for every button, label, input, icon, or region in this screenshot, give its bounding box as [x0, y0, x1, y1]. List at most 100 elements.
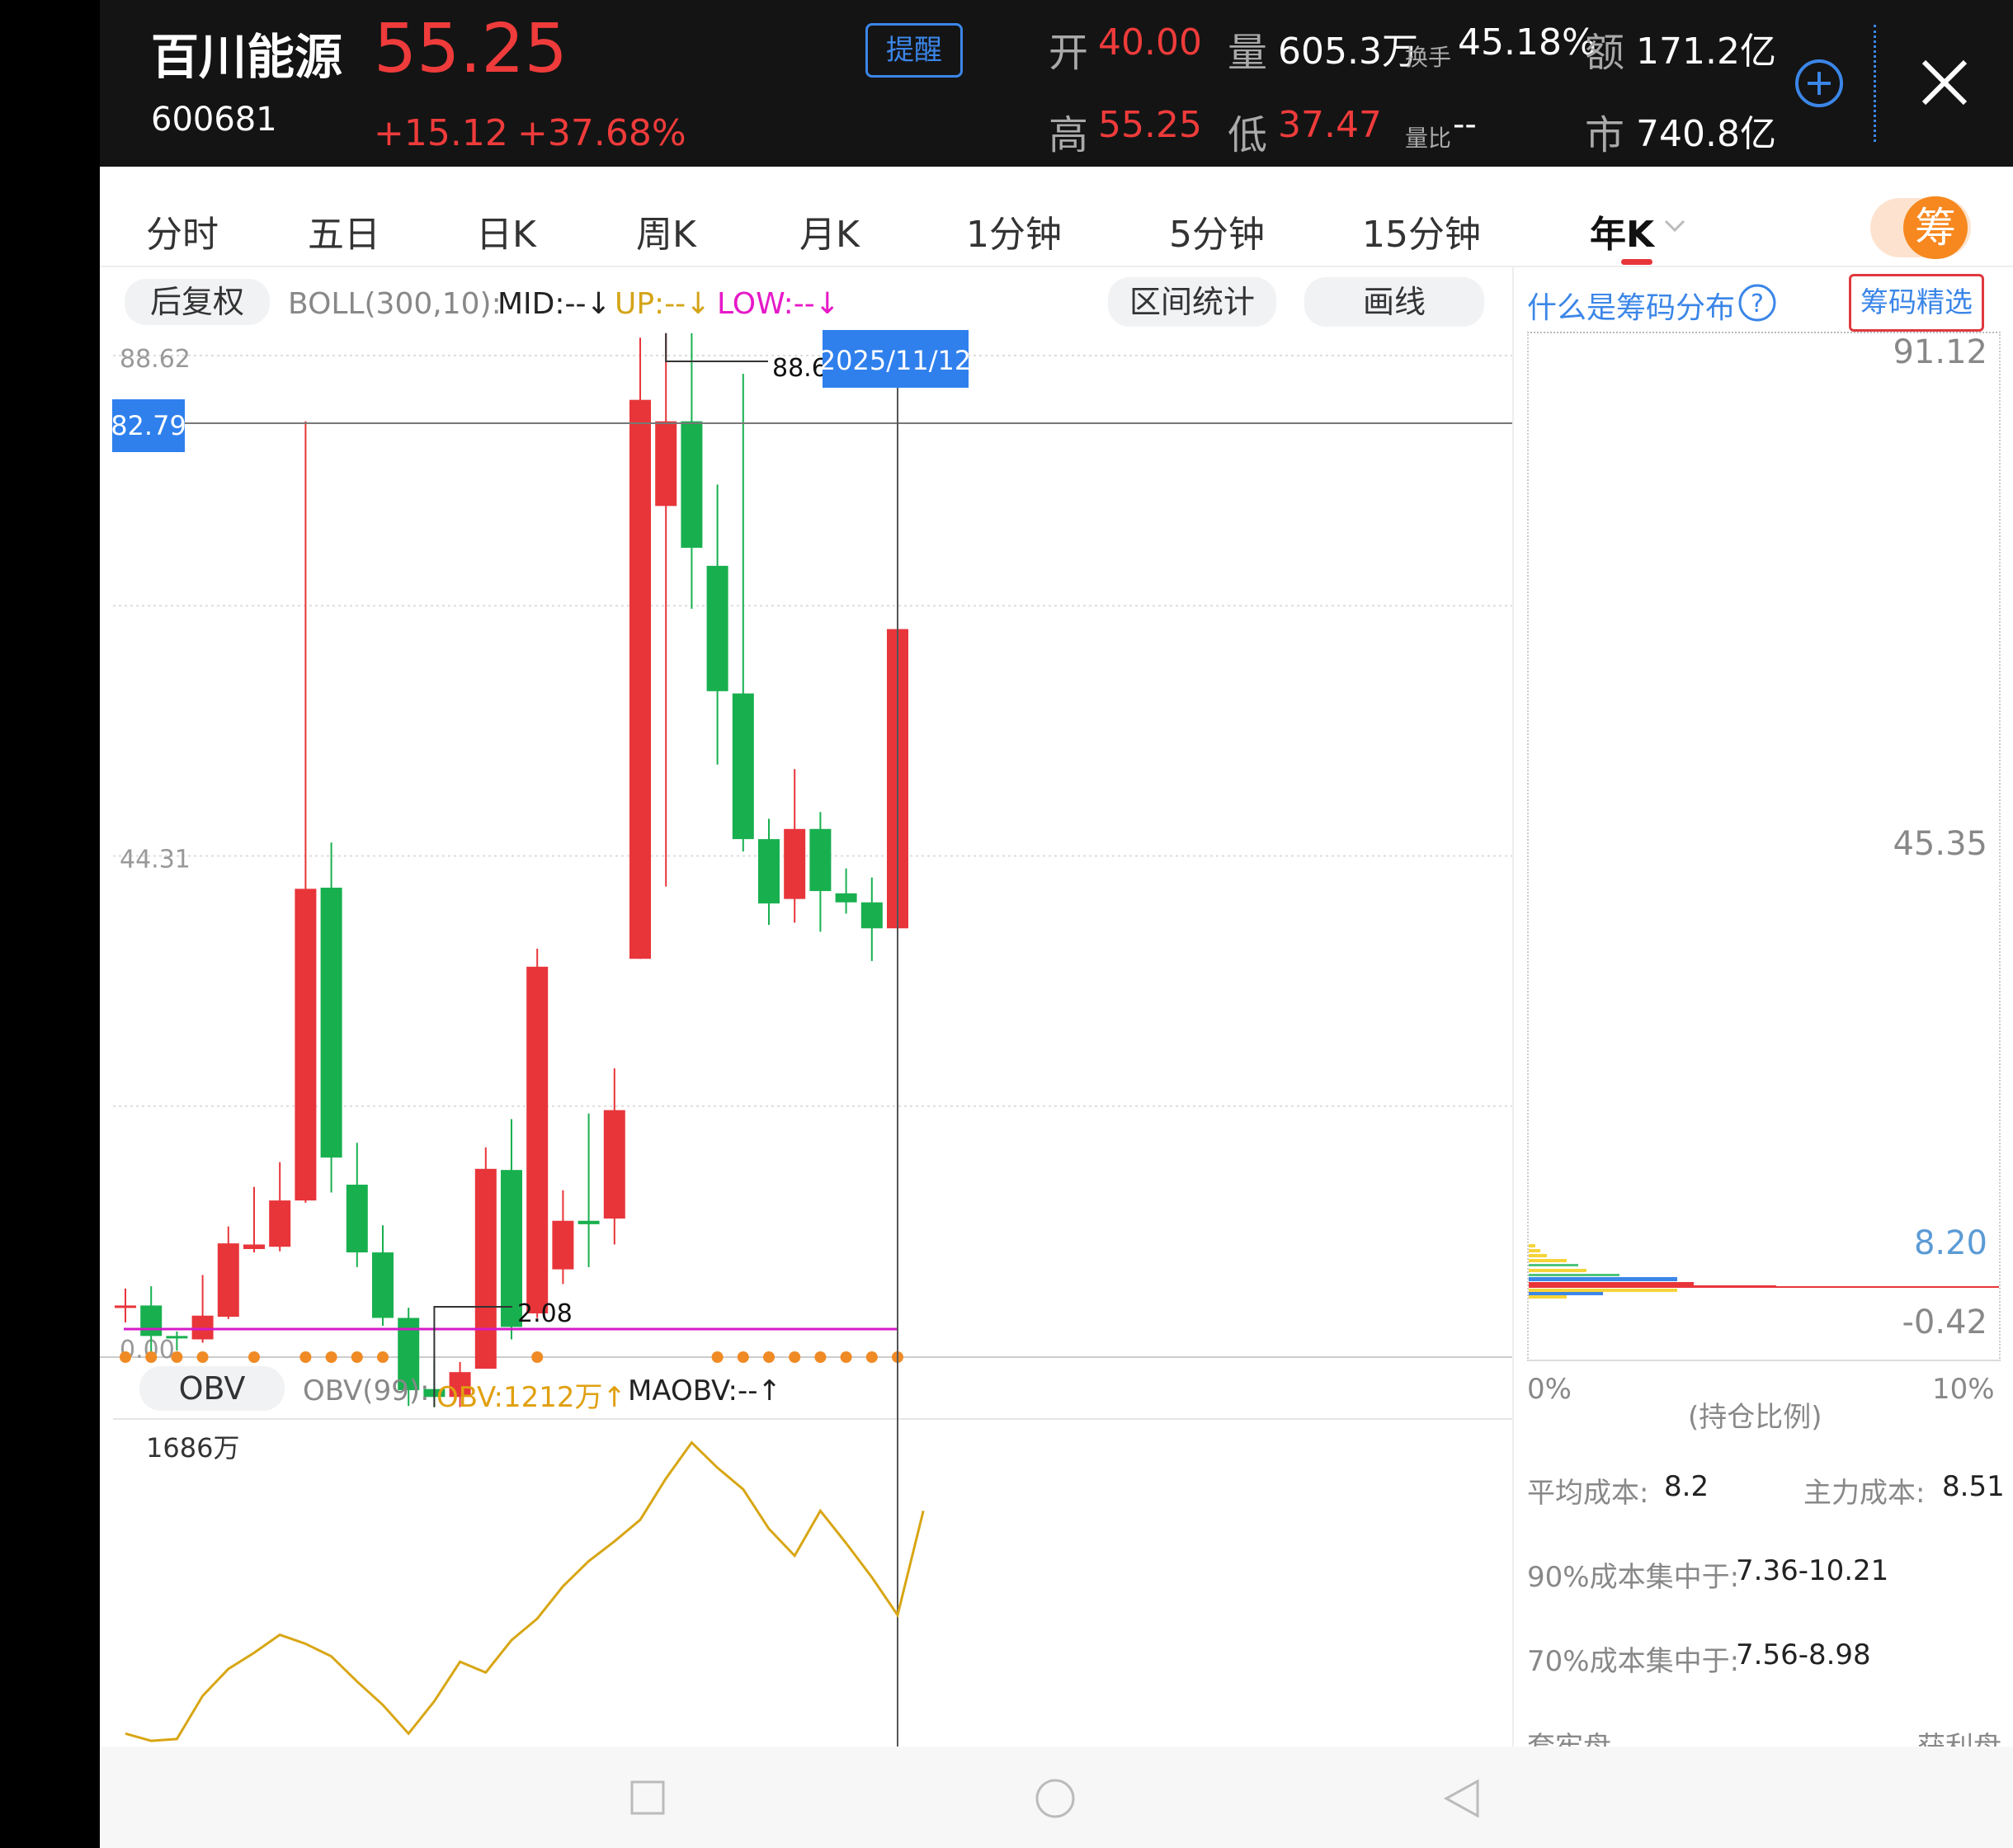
low-value: 37.47: [1278, 104, 1382, 146]
y-axis-label: 88.62: [120, 345, 191, 374]
chip-x-max: 10%: [1932, 1373, 1995, 1406]
signal-dot: [789, 1351, 801, 1363]
home-icon[interactable]: [1035, 1778, 1076, 1819]
tab-yearly-k[interactable]: 年K: [1590, 205, 1654, 257]
boll-low: LOW:--↓: [717, 287, 840, 321]
mktcap-value: 740.8亿: [1636, 113, 1776, 155]
tab-monthly-k[interactable]: 月K: [799, 205, 860, 257]
tab-daily-k[interactable]: 日K: [476, 205, 536, 257]
back-icon[interactable]: [1443, 1778, 1481, 1819]
signal-dot: [325, 1351, 337, 1363]
tab-5min[interactable]: 5分钟: [1169, 205, 1265, 257]
tab-weekly-k[interactable]: 周K: [636, 205, 696, 257]
kline-chart[interactable]: 88.6244.310.0082.7988.62025/11/122.08: [100, 330, 1512, 1747]
candle-body: [166, 1336, 188, 1339]
obv-max-label: 1686万: [146, 1432, 240, 1464]
range-stats-button[interactable]: 区间统计: [1108, 277, 1276, 327]
volume-ratio-value: --: [1453, 106, 1477, 144]
candle-body: [269, 1200, 291, 1247]
low-label: 低: [1228, 112, 1268, 158]
chip-plot-area: 91.12 45.35 8.20 -0.42: [1527, 332, 2001, 1361]
signal-dot: [737, 1351, 749, 1363]
candle-body: [578, 1220, 600, 1224]
draw-line-button[interactable]: 画线: [1304, 277, 1484, 327]
candle-body: [681, 421, 703, 548]
candle-body: [603, 1110, 625, 1219]
obv-button[interactable]: OBV: [139, 1366, 285, 1411]
plus-circle-icon[interactable]: [1794, 58, 1845, 109]
candle-body: [243, 1244, 265, 1249]
crosshair-date: 2025/11/12: [819, 345, 971, 376]
chip-distribution-panel: 什么是筹码分布 ? 筹码精选 91.12 45.35 8.20 -0.42 0%…: [1513, 266, 2013, 1764]
candle-body: [784, 828, 806, 899]
adjust-button[interactable]: 后复权: [125, 279, 270, 325]
help-icon[interactable]: ?: [1737, 282, 1778, 323]
max-annotation-line: [665, 332, 768, 362]
volume-value: 605.3万: [1278, 31, 1418, 73]
recent-apps-icon[interactable]: [629, 1780, 666, 1816]
main-cost-label: 主力成本:: [1803, 1477, 1926, 1510]
tab-1min[interactable]: 1分钟: [966, 205, 1062, 257]
cost-90-value: 7.36-10.21: [1736, 1554, 1889, 1587]
chevron-down-icon[interactable]: [1662, 216, 1687, 236]
quote-header: 百川能源 600681 55.25 +15.12 +37.68% 提醒 开 40…: [100, 0, 2013, 167]
signal-dot: [120, 1351, 131, 1363]
signal-dot: [711, 1351, 724, 1363]
candle-body: [115, 1305, 136, 1308]
stock-app: 百川能源 600681 55.25 +15.12 +37.68% 提醒 开 40…: [100, 0, 2013, 1848]
tab-five-day[interactable]: 五日: [308, 205, 380, 257]
avg-cost-value: 8.2: [1664, 1470, 1709, 1503]
stock-code: 600681: [151, 101, 277, 139]
signal-dot: [171, 1351, 183, 1363]
amount-value: 171.2亿: [1636, 31, 1776, 73]
cost-90-label: 90%成本集中于:: [1527, 1561, 1740, 1594]
candle-body: [526, 966, 549, 1313]
obv-line: [125, 1440, 925, 1742]
active-tab-indicator: [1621, 259, 1652, 265]
boll-mid: MID:--↓: [497, 287, 611, 321]
candle-body: [758, 839, 780, 904]
volume-label: 量: [1228, 30, 1268, 76]
high-label: 高: [1049, 112, 1089, 158]
main-cost-value: 8.51: [1942, 1470, 2005, 1503]
tab-15min[interactable]: 15分钟: [1362, 205, 1481, 257]
min-annotation: 2.08: [517, 1299, 573, 1328]
candle-body: [835, 893, 857, 903]
obv-value: OBV:1212万↑: [436, 1381, 626, 1414]
chip-bars: [1529, 1244, 1999, 1299]
signal-dot: [299, 1351, 312, 1363]
candle-body: [372, 1252, 394, 1318]
chip-toggle-knob: 筹: [1903, 196, 1968, 259]
close-icon[interactable]: [1920, 58, 1969, 107]
signal-dot: [351, 1351, 363, 1363]
tab-intraday[interactable]: 分时: [146, 205, 219, 257]
candle-body: [474, 1168, 497, 1370]
avg-cost-label: 平均成本:: [1527, 1477, 1649, 1510]
cost-70-label: 70%成本集中于:: [1527, 1645, 1740, 1678]
open-value: 40.00: [1098, 21, 1202, 64]
alert-button[interactable]: 提醒: [865, 23, 963, 78]
amount-label: 额: [1585, 30, 1625, 76]
chip-help-link[interactable]: 什么是筹码分布: [1527, 284, 1735, 327]
chip-x-label: (持仓比例): [1688, 1401, 1822, 1434]
stock-price: 55.25: [374, 10, 568, 88]
candle-body: [809, 828, 832, 892]
chip-select-button[interactable]: 筹码精选: [1849, 274, 1984, 332]
signal-dot: [145, 1351, 158, 1363]
candle-body: [655, 421, 677, 507]
candle-body: [140, 1305, 163, 1336]
signal-dot: [531, 1351, 544, 1363]
signal-dot: [814, 1351, 827, 1363]
candle-body: [706, 565, 728, 691]
signal-dot: [865, 1351, 878, 1363]
maobv-value: MAOBV:--↑: [628, 1374, 782, 1407]
open-label: 开: [1049, 30, 1089, 76]
chip-toggle[interactable]: 筹: [1870, 196, 1971, 259]
chip-top-value: 91.12: [1893, 333, 1987, 371]
stock-name: 百川能源: [151, 29, 343, 85]
chip-x-min: 0%: [1527, 1373, 1572, 1406]
candle-body: [860, 902, 883, 929]
boll-up: UP:--↓: [615, 287, 711, 321]
boll-name: BOLL(300,10):: [288, 287, 502, 321]
signal-dot: [840, 1351, 852, 1363]
